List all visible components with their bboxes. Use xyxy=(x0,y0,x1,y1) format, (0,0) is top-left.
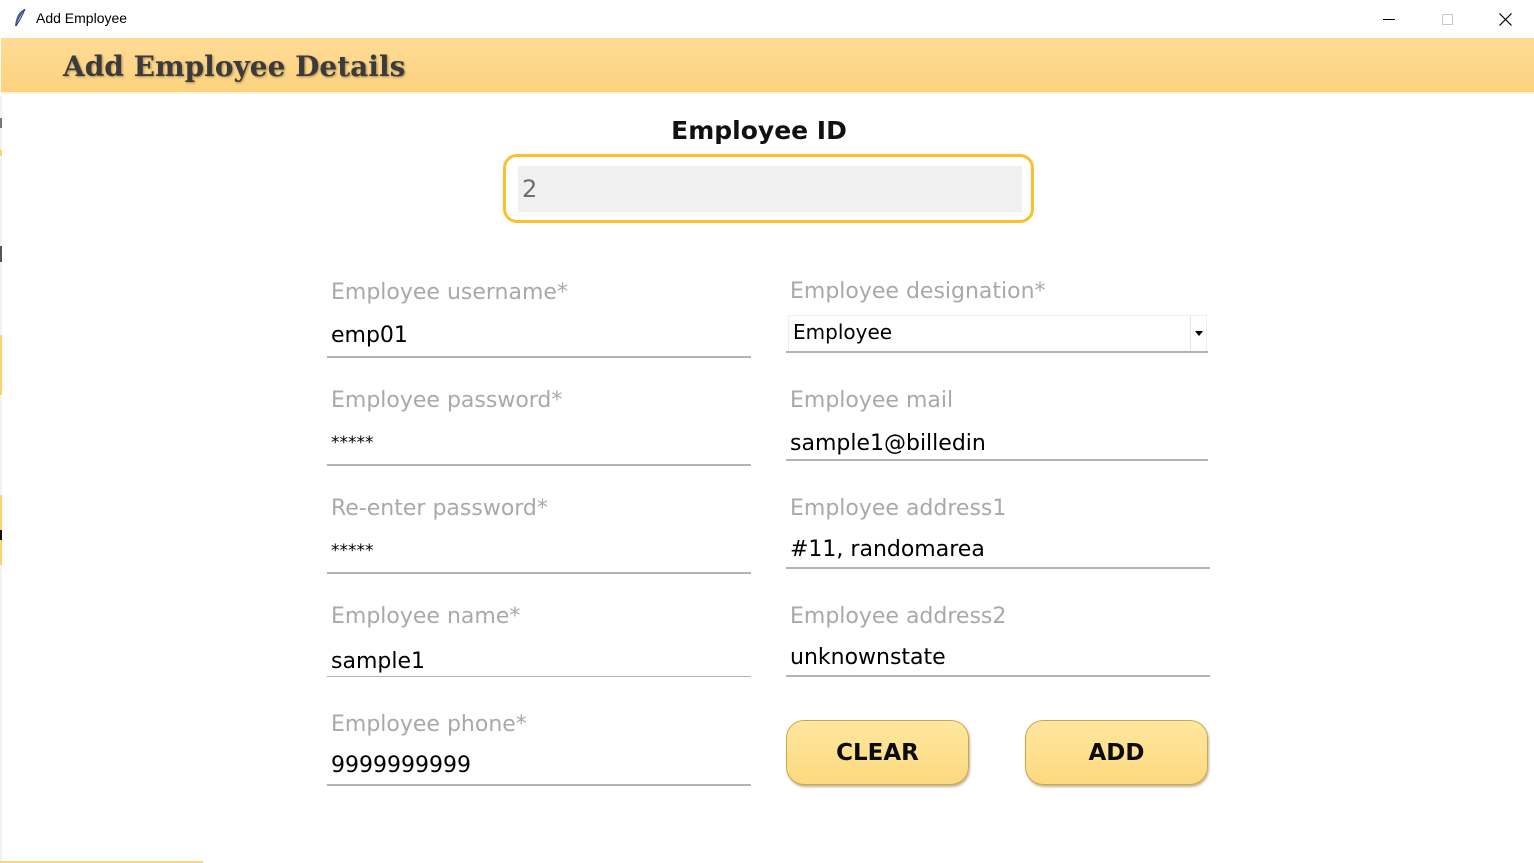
clear-button[interactable]: CLEAR xyxy=(786,720,969,785)
designation-underline xyxy=(786,351,1208,353)
close-icon xyxy=(1498,12,1512,26)
name-label: Employee name* xyxy=(331,604,521,629)
add-button-label: ADD xyxy=(1088,739,1145,766)
reenter-password-label: Re-enter password* xyxy=(331,496,548,521)
minimize-icon xyxy=(1383,18,1395,20)
employee-id-field[interactable] xyxy=(518,166,1022,212)
name-input[interactable] xyxy=(331,644,741,678)
password-underline xyxy=(327,464,751,466)
employee-id-container xyxy=(503,154,1034,223)
clear-button-label: CLEAR xyxy=(836,739,919,766)
mail-underline xyxy=(786,459,1208,461)
maximize-icon xyxy=(1441,13,1453,25)
edge-artifact xyxy=(0,150,2,156)
mail-input[interactable] xyxy=(790,426,1200,460)
page-title: Add Employee Details xyxy=(63,50,406,83)
username-label: Employee username* xyxy=(331,280,568,305)
chevron-down-icon xyxy=(1194,331,1203,336)
password-input[interactable] xyxy=(331,426,741,460)
address1-underline xyxy=(786,567,1210,569)
add-button[interactable]: ADD xyxy=(1025,720,1208,785)
phone-label: Employee phone* xyxy=(331,712,527,737)
address1-label: Employee address1 xyxy=(790,496,1007,521)
edge-artifact xyxy=(0,246,2,262)
designation-select[interactable]: Employee xyxy=(788,315,1207,352)
edge-artifact xyxy=(0,530,2,540)
password-label: Employee password* xyxy=(331,388,563,413)
username-input[interactable] xyxy=(331,318,741,352)
close-button[interactable] xyxy=(1476,0,1534,38)
reenter-password-input[interactable] xyxy=(331,534,741,568)
address1-input[interactable] xyxy=(790,532,1200,566)
address2-underline xyxy=(786,675,1210,677)
page-header: Add Employee Details xyxy=(1,38,1534,94)
mail-label: Employee mail xyxy=(790,388,954,413)
maximize-button[interactable] xyxy=(1418,0,1476,38)
designation-dropdown-button[interactable] xyxy=(1190,316,1206,351)
name-underline xyxy=(327,676,751,677)
minimize-button[interactable] xyxy=(1360,0,1418,38)
designation-label: Employee designation* xyxy=(790,279,1046,304)
username-underline xyxy=(327,356,751,358)
window-title: Add Employee xyxy=(36,10,128,26)
phone-input[interactable] xyxy=(331,748,741,782)
feather-icon xyxy=(15,8,26,27)
phone-underline xyxy=(327,784,751,786)
title-bar: Add Employee xyxy=(0,0,1534,38)
reenter-password-underline xyxy=(327,572,751,574)
designation-selected-value: Employee xyxy=(793,320,893,344)
window-left-edge xyxy=(0,96,2,863)
employee-id-label: Employee ID xyxy=(671,116,847,145)
address2-label: Employee address2 xyxy=(790,604,1007,629)
address2-input[interactable] xyxy=(790,640,1200,674)
edge-artifact xyxy=(0,335,2,395)
